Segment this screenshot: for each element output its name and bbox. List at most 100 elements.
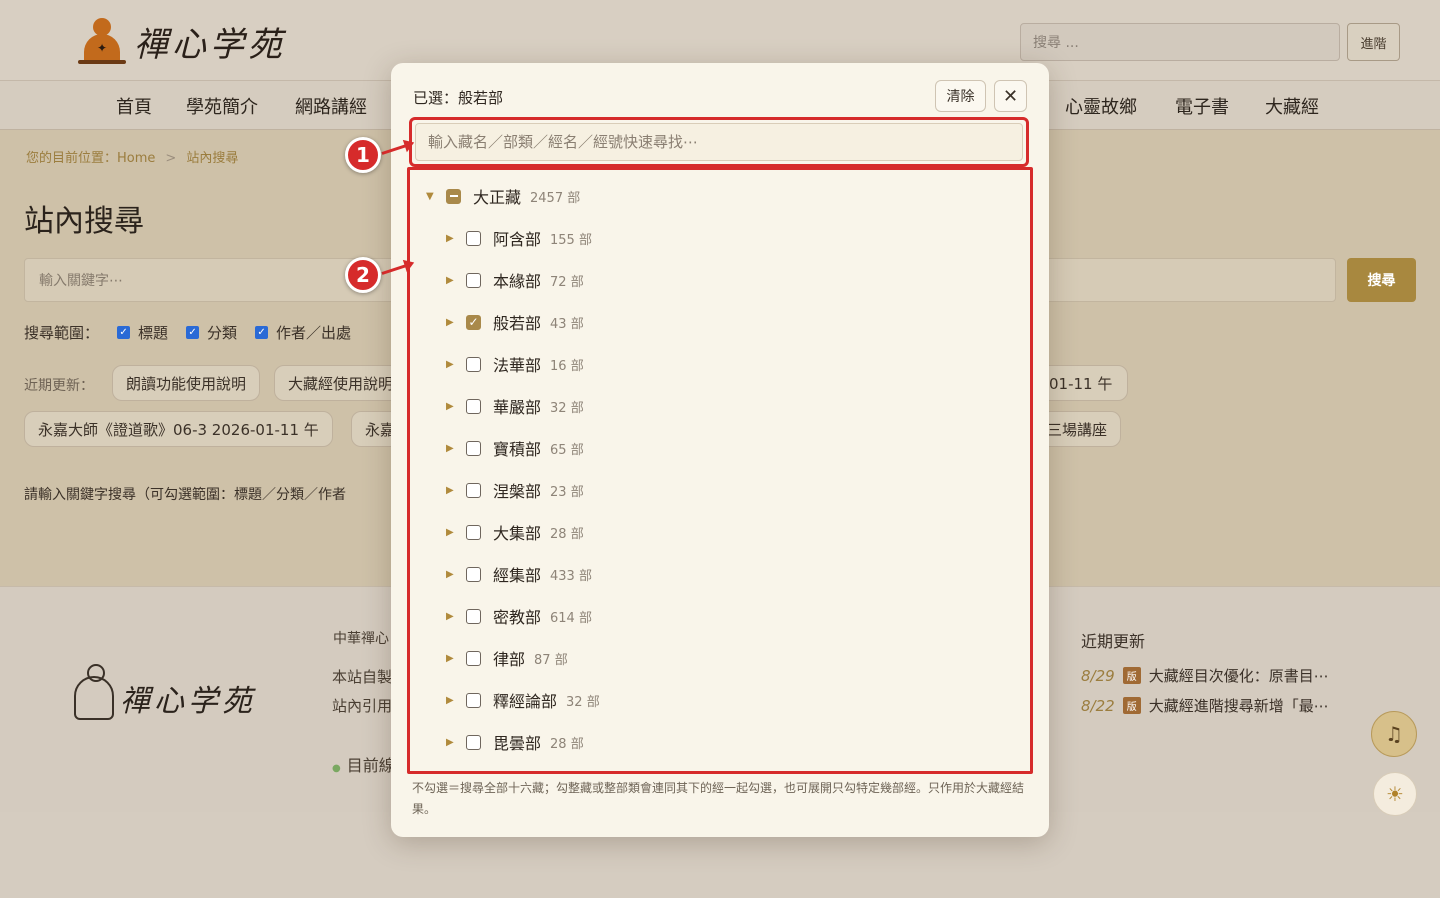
tree-item-checkbox[interactable] (466, 692, 481, 708)
tree-item-checkbox[interactable] (466, 440, 481, 456)
scope-title-checkbox[interactable]: ✓ (117, 326, 131, 339)
caret-right-icon[interactable]: ▶ (446, 401, 466, 412)
tree-item-count: 72 部 (550, 274, 584, 290)
scope-author-label: 作者／出處 (276, 324, 352, 342)
nav-item-home[interactable]: 首頁 (116, 93, 152, 119)
status-dot-icon: ● (332, 763, 341, 774)
tree-item-row[interactable]: ▶ 大集部 28 部 (446, 517, 584, 547)
search-hint: 請輸入關鍵字搜尋（可勾選範圍：標題／分類／作者 (24, 487, 346, 503)
tree-item-row[interactable]: ▶ 律部 87 部 (446, 643, 568, 673)
category-filter-modal: 已選：般若部 清除 ✕ ▼ 大正藏 2457 部 ▶ 阿含部 155 部 ▶ 本緣部 72… (391, 63, 1049, 837)
tree-item-checkbox[interactable] (466, 524, 481, 540)
tree-root-row[interactable]: ▼ 大正藏 2457 部 (426, 181, 580, 211)
caret-down-icon[interactable]: ▼ (426, 191, 446, 202)
nav-item-about[interactable]: 學苑簡介 (186, 93, 258, 119)
tree-item-row[interactable]: ▶ 涅槃部 23 部 (446, 475, 584, 505)
recent-label: 近期更新： (24, 378, 94, 394)
footer-recent-title: 近期更新 (1081, 632, 1146, 651)
online-status-label: 目前線 (346, 756, 395, 775)
tree-item-checkbox[interactable] (466, 482, 481, 498)
advanced-search-button[interactable]: 進階 (1347, 23, 1400, 61)
tree-item-checkbox[interactable]: ✓ (466, 314, 481, 330)
tree-item-count: 87 部 (534, 652, 568, 668)
tree-item-row[interactable]: ▶ 毘曇部 28 部 (446, 727, 584, 757)
footer-recent-item[interactable]: 8/29 版 大藏經目次優化：原書目⋯ (1081, 665, 1329, 686)
tree-item-count: 614 部 (550, 610, 592, 626)
tree-item-checkbox[interactable] (466, 650, 481, 666)
caret-right-icon[interactable]: ▶ (446, 443, 466, 454)
tree-item-label: 寶積部 (493, 440, 542, 459)
recent-chip[interactable]: 大藏經使用說明 (274, 365, 404, 401)
recent-badge: 版 (1122, 697, 1141, 714)
clear-button[interactable]: 清除 (935, 80, 986, 112)
tree-item-checkbox[interactable] (466, 734, 481, 750)
caret-right-icon[interactable]: ▶ (446, 233, 466, 244)
tree-item-row[interactable]: ▶ ✓ 般若部 43 部 (446, 307, 584, 337)
caret-right-icon[interactable]: ▶ (446, 737, 466, 748)
tree-item-checkbox[interactable] (466, 608, 481, 624)
tree-item-checkbox[interactable] (466, 230, 481, 246)
annotation-marker: 2 (345, 257, 381, 293)
logo-text: 禪心学苑 (134, 24, 286, 65)
caret-right-icon[interactable]: ▶ (446, 653, 466, 664)
filter-input[interactable] (415, 123, 1023, 161)
tree-item-checkbox[interactable] (466, 272, 481, 288)
footer-col-title: 中華禪心 (333, 631, 389, 647)
breadcrumb-home-link[interactable]: Home (117, 151, 155, 166)
scope-category-checkbox[interactable]: ✓ (186, 326, 200, 339)
tree-item-checkbox[interactable] (466, 398, 481, 414)
tree-item-label: 般若部 (493, 314, 542, 333)
breadcrumb-prefix: 您的目前位置： (26, 151, 118, 166)
tree-item-row[interactable]: ▶ 寶積部 65 部 (446, 433, 584, 463)
breadcrumb: 您的目前位置：Home > 站內搜尋 (26, 147, 238, 166)
tree-item-checkbox[interactable] (466, 356, 481, 372)
recent-chip[interactable]: 朗讀功能使用說明 (112, 365, 261, 401)
music-note-icon[interactable]: ♫ (1371, 711, 1417, 757)
annotation-marker: 1 (345, 137, 381, 173)
tree-item-row[interactable]: ▶ 本緣部 72 部 (446, 265, 584, 295)
recent-text: 大藏經目次優化：原書目⋯ (1148, 667, 1329, 685)
tree-item-label: 本緣部 (493, 272, 542, 291)
tree-item-row[interactable]: ▶ 阿含部 155 部 (446, 223, 592, 253)
search-button[interactable]: 搜尋 (1347, 258, 1416, 302)
tree-item-label: 釋經論部 (493, 692, 558, 711)
scope-author-checkbox[interactable]: ✓ (255, 326, 269, 339)
recent-date: 8/22 (1081, 696, 1115, 715)
caret-right-icon[interactable]: ▶ (446, 485, 466, 496)
caret-right-icon[interactable]: ▶ (446, 695, 466, 706)
tree-item-label: 法華部 (493, 356, 542, 375)
footer-line: 本站自製 (332, 668, 393, 686)
caret-right-icon[interactable]: ▶ (446, 275, 466, 286)
caret-right-icon[interactable]: ▶ (446, 569, 466, 580)
tree-item-row[interactable]: ▶ 華嚴部 32 部 (446, 391, 584, 421)
recent-chip[interactable]: 永嘉大師《證道歌》06-3 2026-01-11 午 (24, 411, 333, 447)
nav-item-hometown[interactable]: 心靈故鄉 (1065, 93, 1137, 119)
caret-right-icon[interactable]: ▶ (446, 317, 466, 328)
header-search-input[interactable]: 搜尋 ... (1020, 23, 1340, 61)
nav-item-tripitaka[interactable]: 大藏經 (1265, 93, 1319, 119)
scope-row: 搜尋範圍： ✓ 標題 ✓ 分類 ✓ 作者／出處 (24, 322, 351, 343)
tree-item-checkbox[interactable] (466, 566, 481, 582)
tree-item-row[interactable]: ▶ 法華部 16 部 (446, 349, 584, 379)
tree-item-row[interactable]: ▶ 密教部 614 部 (446, 601, 592, 631)
tree-item-count: 43 部 (550, 316, 584, 332)
caret-right-icon[interactable]: ▶ (446, 527, 466, 538)
caret-right-icon[interactable]: ▶ (446, 611, 466, 622)
tree-item-count: 28 部 (550, 526, 584, 542)
selected-summary: 已選：般若部 (413, 89, 504, 107)
recent-chip[interactable]: 01-11 午 (1036, 365, 1128, 401)
tree-item-label: 涅槃部 (493, 482, 542, 501)
site-logo[interactable]: ✦ 禪心学苑 (78, 16, 286, 66)
nav-item-lectures[interactable]: 網路講經 (295, 93, 367, 119)
nav-item-ebooks[interactable]: 電子書 (1175, 93, 1229, 119)
footer-recent-item[interactable]: 8/22 版 大藏經進階搜尋新增「最⋯ (1081, 695, 1329, 716)
close-icon[interactable]: ✕ (994, 80, 1027, 112)
sun-icon[interactable]: ☀ (1373, 772, 1417, 816)
breadcrumb-separator: > (165, 151, 177, 166)
tree-item-count: 28 部 (550, 736, 584, 752)
tree-item-row[interactable]: ▶ 釋經論部 32 部 (446, 685, 600, 715)
caret-right-icon[interactable]: ▶ (446, 359, 466, 370)
tree-item-count: 433 部 (550, 568, 592, 584)
tree-item-row[interactable]: ▶ 經集部 433 部 (446, 559, 592, 589)
root-checkbox[interactable] (446, 188, 461, 204)
